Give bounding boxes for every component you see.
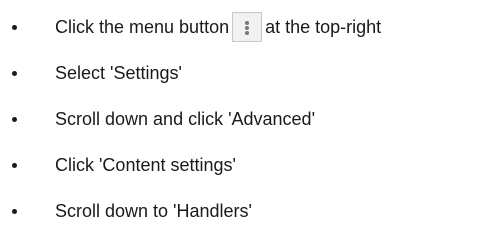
instruction-step-5: Scroll down to 'Handlers' [0, 196, 504, 226]
step-text: Click the menu button at the top-right [55, 12, 381, 42]
bullet-icon [12, 209, 17, 214]
step-2-text: Select 'Settings' [55, 63, 182, 83]
instructions-page: Click the menu button at the top-right S… [0, 0, 504, 240]
dot [245, 26, 250, 30]
instruction-step-1: Click the menu button at the top-right [0, 12, 504, 42]
instruction-step-2: Select 'Settings' [0, 58, 504, 88]
step-5-text: Scroll down to 'Handlers' [55, 201, 252, 221]
dot [245, 31, 250, 35]
step-1-text-after: at the top-right [265, 17, 382, 37]
bullet-icon [12, 25, 17, 30]
bullet-icon [12, 117, 17, 122]
step-1-text-before: Click the menu button [55, 17, 230, 37]
instruction-step-4: Click 'Content settings' [0, 150, 504, 180]
vertical-dots-menu-icon [232, 12, 263, 42]
step-4-text: Click 'Content settings' [55, 155, 236, 175]
dot [245, 21, 250, 25]
bullet-icon [12, 163, 17, 168]
bullet-icon [12, 71, 17, 76]
instruction-step-3: Scroll down and click 'Advanced' [0, 104, 504, 134]
step-3-text: Scroll down and click 'Advanced' [55, 109, 316, 129]
